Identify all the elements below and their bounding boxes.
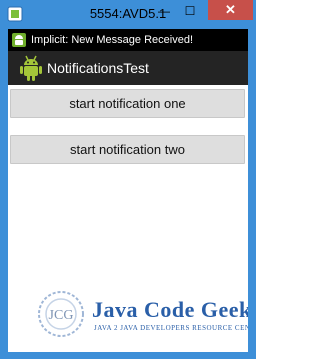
action-bar: NotificationsTest bbox=[8, 51, 248, 85]
brand-name: Java Code Geeks bbox=[92, 297, 248, 322]
app-title: NotificationsTest bbox=[47, 60, 149, 76]
close-button[interactable]: ✕ bbox=[208, 0, 253, 20]
notification-ticker-text: Implicit: New Message Received! bbox=[31, 34, 194, 46]
android-notification-icon bbox=[12, 33, 26, 47]
java-code-geeks-watermark: JCG Java Code Geeks JAVA 2 JAVA DEVELOPE… bbox=[32, 287, 248, 342]
svg-text:JCG: JCG bbox=[49, 308, 74, 323]
start-notification-one-button[interactable]: start notification one bbox=[10, 89, 245, 118]
brand-tagline: JAVA 2 JAVA DEVELOPERS RESOURCE CENTER bbox=[94, 324, 248, 332]
maximize-button[interactable]: ☐ bbox=[177, 0, 203, 22]
emulator-window: 5554:AVD5.1 — ☐ ✕ Implicit: New Message … bbox=[0, 0, 256, 359]
android-icon bbox=[20, 55, 42, 81]
start-notification-two-button[interactable]: start notification two bbox=[10, 135, 245, 164]
jcg-logo-icon: JCG bbox=[32, 287, 90, 342]
window-titlebar[interactable]: 5554:AVD5.1 — ☐ ✕ bbox=[0, 0, 256, 28]
status-bar[interactable]: Implicit: New Message Received! bbox=[8, 29, 248, 51]
minimize-button[interactable]: — bbox=[151, 0, 177, 22]
emulator-screen: Implicit: New Message Received! Notifica… bbox=[8, 29, 248, 352]
